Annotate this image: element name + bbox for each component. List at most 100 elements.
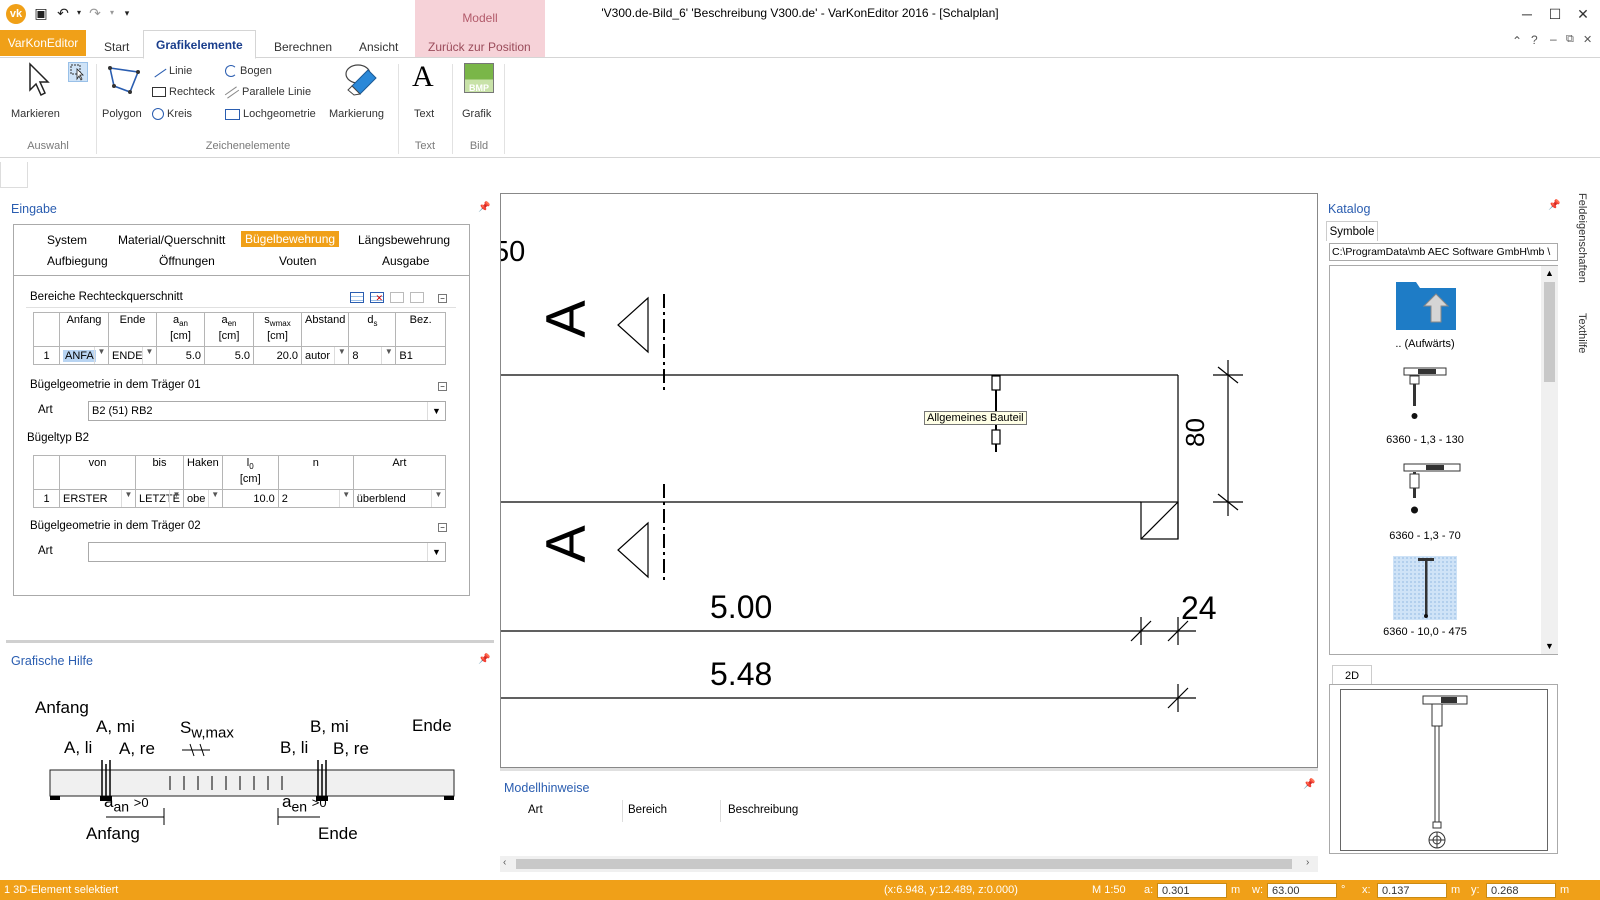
polygon-button[interactable]: Polygon — [100, 60, 152, 124]
tab-2d[interactable]: 2D — [1332, 665, 1372, 685]
tab-vouten[interactable]: Vouten — [279, 254, 316, 268]
tab-system[interactable]: System — [47, 233, 87, 247]
abstand-select[interactable]: autor ▼ — [300, 346, 350, 365]
markierung-button[interactable]: Markierung — [326, 60, 392, 124]
help-icon[interactable]: ? — [1531, 33, 1538, 47]
list-item-selected[interactable]: 6360 - 10,0 - 475 — [1350, 554, 1500, 650]
doc-close-icon[interactable]: ✕ — [1583, 33, 1592, 46]
lochgeometrie-button[interactable]: Lochgeometrie — [225, 108, 316, 120]
bereiche-table: Anfang Ende aan [cm] aen [cm] swmax [cm] Ab… — [33, 312, 446, 365]
a-field[interactable]: 0.301 — [1157, 883, 1227, 898]
collapse-section2-icon[interactable]: − — [438, 382, 447, 391]
aen-cell[interactable]: 5.0 — [204, 346, 254, 365]
add-row-icon[interactable] — [350, 292, 364, 303]
w-field[interactable]: 63.00 — [1267, 883, 1337, 898]
eingabe-pin-icon[interactable]: 📌 — [478, 202, 490, 213]
status-scale[interactable]: M 1:50 — [1092, 884, 1126, 896]
select-area-icon[interactable] — [68, 62, 88, 82]
a-label: a: — [1144, 884, 1154, 896]
tab-oeffnungen[interactable]: Öffnungen — [159, 254, 215, 268]
title-bar: vk ▣ ↶ ▾ ↷ ▾ ▾ 'V300.de-Bild_6' 'Beschre… — [0, 0, 1600, 28]
markieren-button[interactable]: Markieren — [8, 60, 68, 124]
side-tab-texthilfe[interactable]: Texthilfe — [1576, 313, 1588, 353]
rechteck-button[interactable]: Rechteck — [152, 86, 215, 98]
kreis-label: Kreis — [167, 108, 193, 120]
tab-material-querschnitt[interactable]: Material/Querschnitt — [118, 233, 225, 247]
parallele-linie-button[interactable]: Parallele Linie — [224, 86, 311, 99]
scroll-thumb[interactable] — [1544, 282, 1555, 382]
tab-start[interactable]: Start — [96, 36, 137, 58]
bogen-button[interactable]: Bogen — [225, 65, 272, 78]
l0-cell[interactable]: 10.0 — [221, 489, 279, 508]
anchor-long-icon — [1418, 558, 1434, 618]
side-tab-feldeigenschaften[interactable]: Feldeigenschaften — [1576, 193, 1588, 283]
kreis-button[interactable]: Kreis — [152, 108, 193, 121]
katalog-pin-icon[interactable]: 📌 — [1548, 200, 1560, 211]
document-tab-stub[interactable] — [0, 162, 28, 188]
tab-laengsbewehrung[interactable]: Längsbewehrung — [358, 233, 450, 247]
col-aen: aen [cm] — [204, 312, 254, 347]
bis-select[interactable]: LETZTE ▼ — [135, 489, 184, 508]
col-bereich[interactable]: Bereich — [628, 804, 667, 816]
art-select-1[interactable]: B2 (51) RB2 ▼ — [88, 401, 446, 421]
list-item[interactable]: 6360 - 1,3 - 70 — [1350, 458, 1500, 550]
collapse-section4-icon[interactable]: − — [438, 523, 447, 532]
scroll-down-icon[interactable]: ▼ — [1545, 641, 1554, 651]
collapse-section1-icon[interactable]: − — [438, 294, 447, 303]
element-tooltip: Allgemeines Bauteil — [924, 411, 1027, 425]
bez-cell[interactable]: B1 — [395, 346, 446, 365]
grafische-hilfe-pin-icon[interactable]: 📌 — [478, 654, 490, 665]
tab-ausgabe[interactable]: Ausgabe — [382, 254, 429, 268]
col-beschreibung[interactable]: Beschreibung — [728, 804, 798, 816]
swmax-cell[interactable]: 20.0 — [253, 346, 302, 365]
x-label: x: — [1362, 884, 1371, 896]
scroll-right-icon[interactable]: › — [1306, 857, 1309, 868]
scroll-up-icon[interactable]: ▲ — [1545, 268, 1554, 278]
art-type-select[interactable]: überblend ▼ — [352, 489, 447, 508]
anfang-select[interactable]: ANFA ▼ — [59, 346, 109, 365]
tab-buegelbewehrung[interactable]: Bügelbewehrung — [241, 231, 340, 247]
scroll-thumb[interactable] — [516, 859, 1292, 869]
von-select[interactable]: ERSTER ▼ — [59, 489, 136, 508]
horizontal-scrollbar[interactable]: ‹ › — [500, 856, 1318, 872]
minimize-icon[interactable]: ─ — [1513, 4, 1541, 24]
delete-row-icon[interactable]: ✕ — [370, 292, 384, 303]
app-menu-button[interactable]: VarKonEditor — [0, 30, 86, 56]
n-select[interactable]: 2 ▼ — [277, 489, 354, 508]
circle-icon — [152, 108, 164, 121]
doc-minimize-icon[interactable]: – — [1550, 32, 1557, 46]
close-icon[interactable]: ✕ — [1569, 4, 1597, 24]
x-field[interactable]: 0.137 — [1377, 883, 1447, 898]
vertical-scrollbar[interactable]: ▲ ▼ — [1541, 266, 1558, 654]
ds-select[interactable]: 8 ▼ — [348, 346, 397, 365]
text-button[interactable]: A Text — [404, 60, 446, 124]
canvas-splitter[interactable] — [500, 768, 1318, 771]
drawing-canvas[interactable]: 50 A A 80 5.00 5.48 24 Allgeme — [500, 193, 1318, 768]
clear-row-icon[interactable] — [410, 292, 424, 303]
insert-row-icon[interactable] — [390, 292, 404, 303]
list-item[interactable]: .. (Aufwärts) — [1350, 270, 1500, 360]
haken-select[interactable]: obe ▼ — [182, 489, 223, 508]
maximize-icon[interactable]: ☐ — [1541, 4, 1569, 24]
doc-restore-icon[interactable]: ⧉ — [1566, 33, 1574, 46]
list-item[interactable]: 6360 - 1,3 - 130 — [1350, 362, 1500, 454]
katalog-path-field[interactable]: C:\ProgramData\mb AEC Software GmbH\mb \ — [1329, 243, 1558, 261]
scroll-left-icon[interactable]: ‹ — [503, 857, 506, 868]
collapse-ribbon-icon[interactable]: ⌃ — [1512, 34, 1522, 48]
modellhinweise-pin-icon[interactable]: 📌 — [1303, 779, 1315, 790]
tab-symbole[interactable]: Symbole — [1326, 221, 1378, 241]
linie-button[interactable]: Linie — [151, 64, 192, 78]
ende-select[interactable]: ENDE ▼ — [108, 346, 157, 365]
tab-zurueck-zur-position[interactable]: Zurück zur Position — [420, 36, 539, 58]
y-field[interactable]: 0.268 — [1486, 883, 1556, 898]
col-art[interactable]: Art — [528, 804, 543, 816]
grafik-button[interactable]: BMP Grafik — [456, 60, 500, 124]
tab-aufbiegung[interactable]: Aufbiegung — [47, 254, 108, 268]
aan-cell[interactable]: 5.0 — [156, 346, 205, 365]
eingabe-panel: System Material/Querschnitt Bügelbewehru… — [13, 224, 470, 596]
tab-grafikelemente[interactable]: Grafikelemente — [143, 30, 256, 59]
art-select-2[interactable]: ▼ — [88, 542, 446, 562]
panel-splitter[interactable] — [6, 640, 494, 643]
tab-berechnen[interactable]: Berechnen — [266, 36, 340, 58]
tab-ansicht[interactable]: Ansicht — [351, 36, 406, 58]
